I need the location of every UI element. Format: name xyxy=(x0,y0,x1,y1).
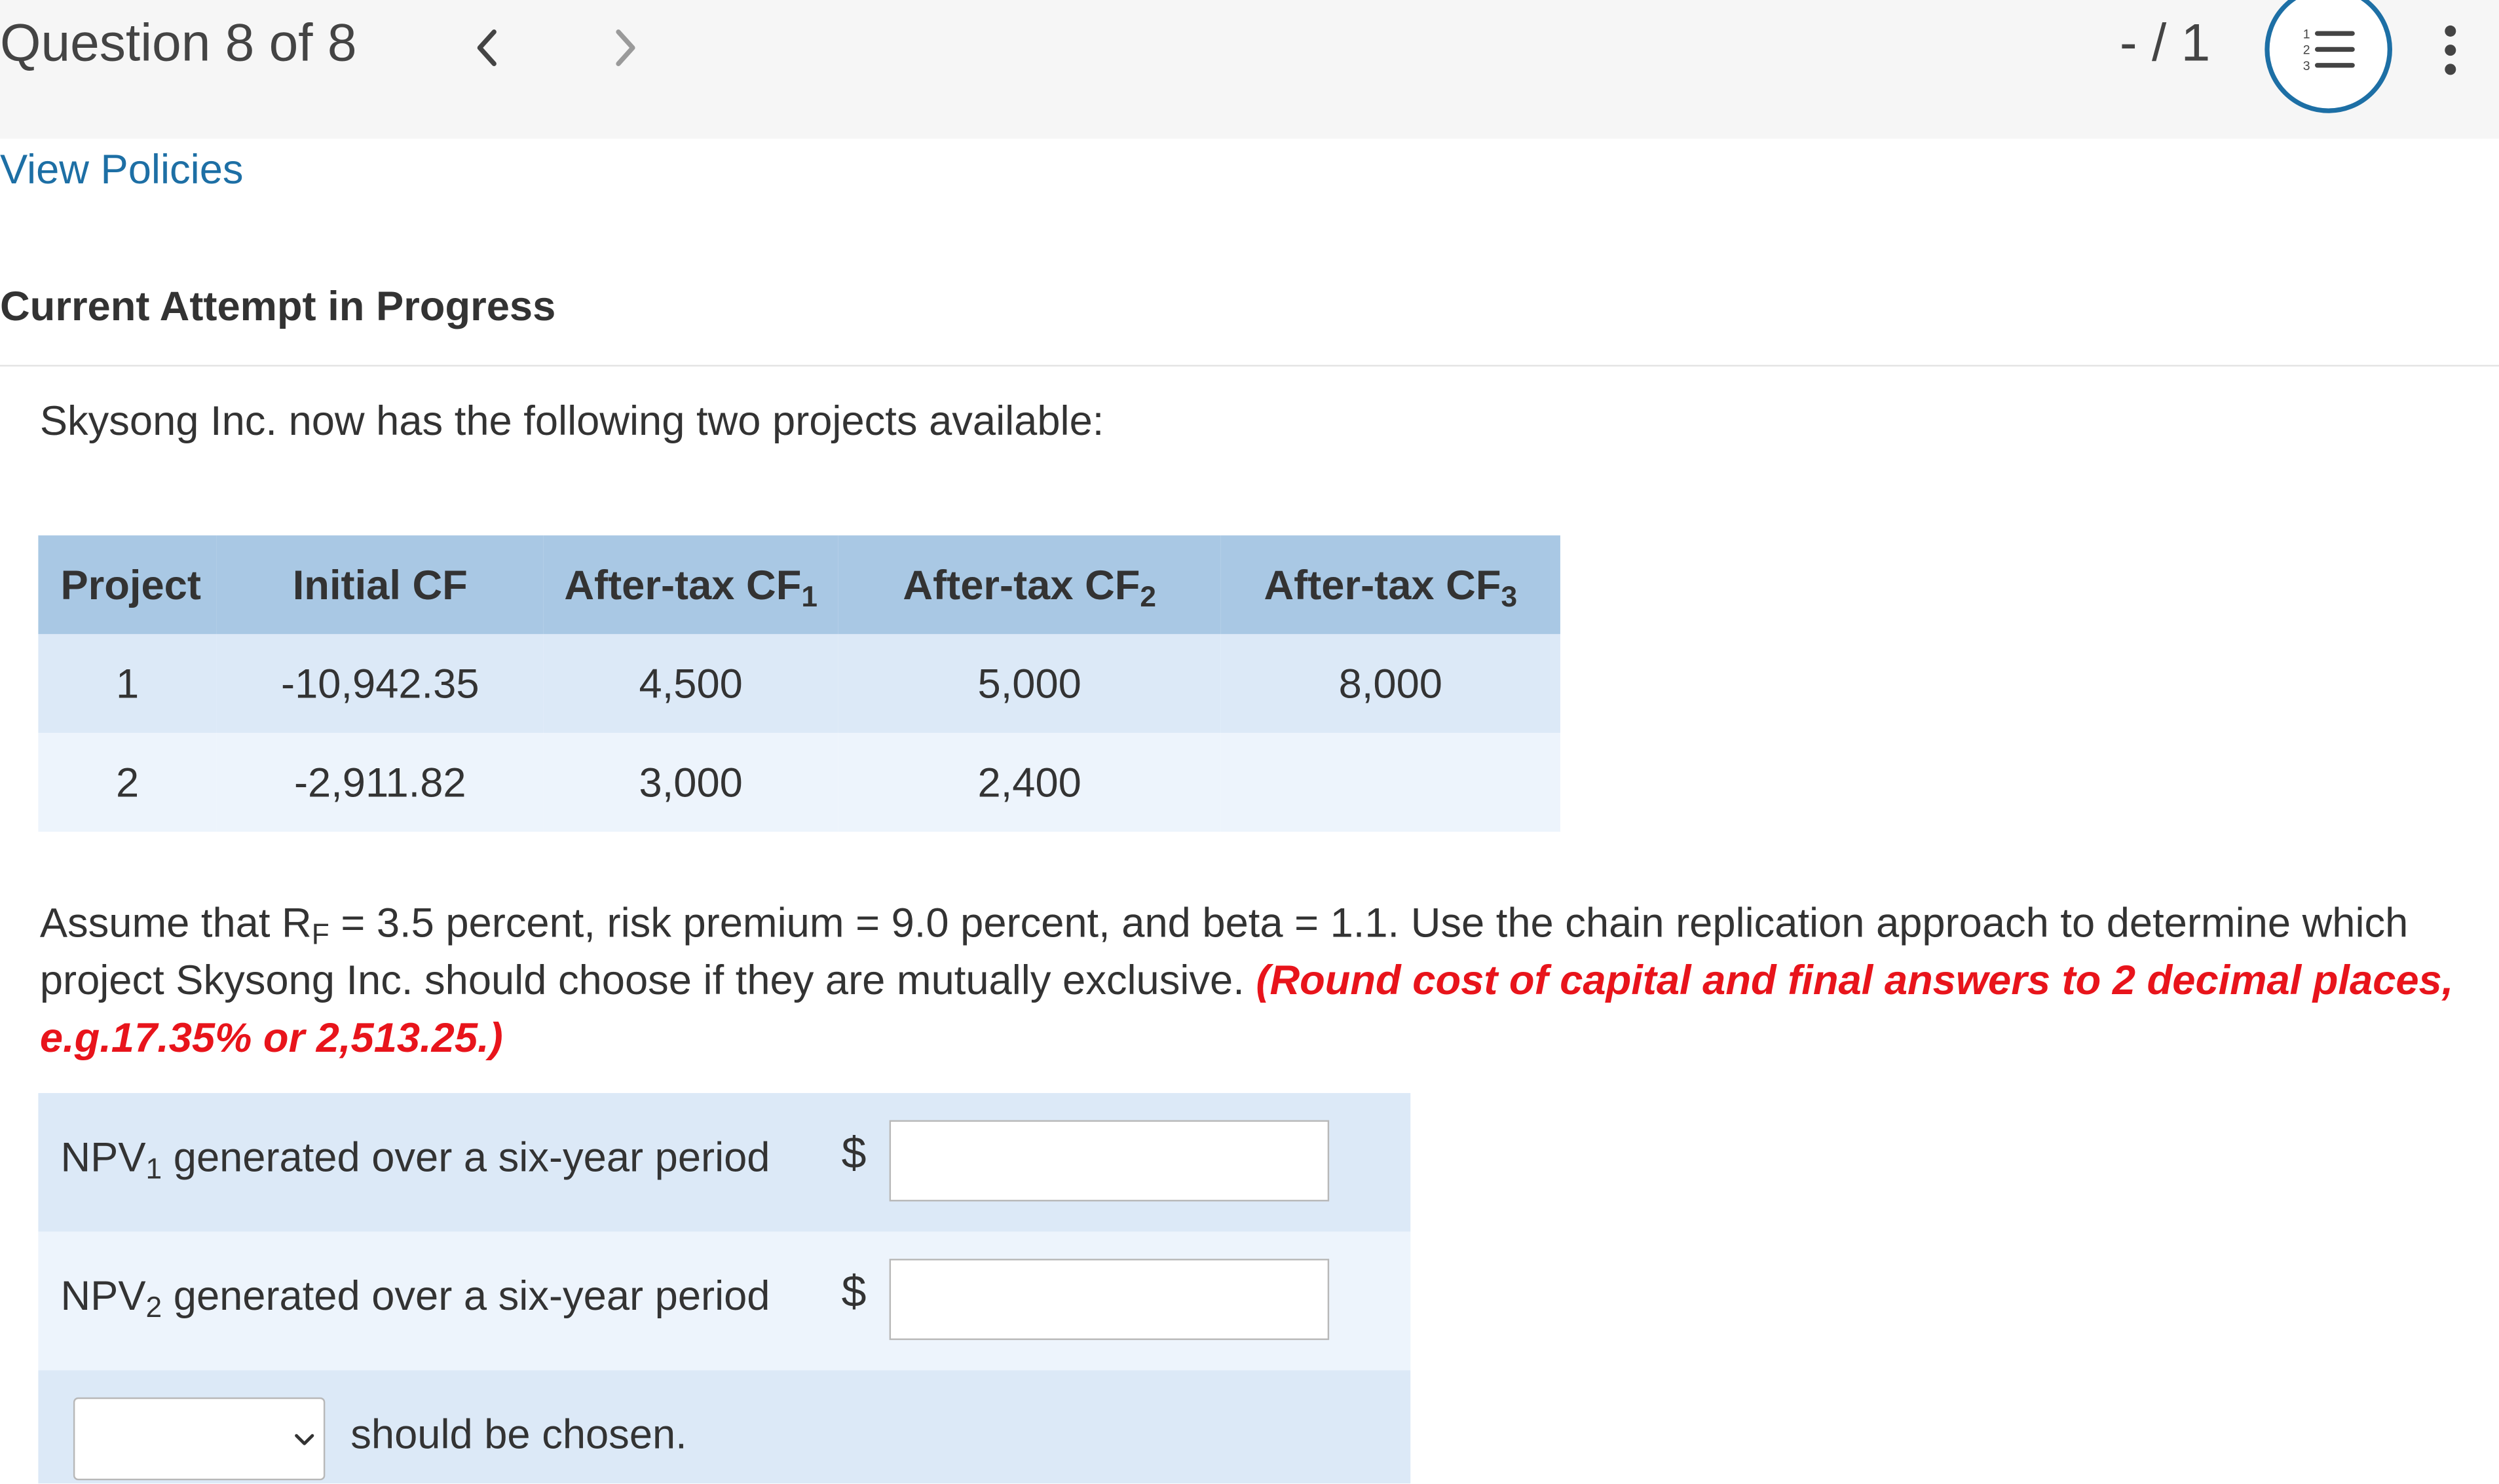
currency-symbol: $ xyxy=(841,1128,867,1178)
npv2-input[interactable] xyxy=(889,1259,1330,1341)
view-policies-link[interactable]: View Policies xyxy=(0,145,244,194)
cell-initial-cf: -2,911.82 xyxy=(216,733,544,832)
cell-cf1: 4,500 xyxy=(543,634,838,733)
cell-cf2: 2,400 xyxy=(838,733,1221,832)
currency-symbol: $ xyxy=(841,1267,867,1316)
cell-cf1: 3,000 xyxy=(543,733,838,832)
question-header-bar: Question 8 of 8 - / 1 1 2 3 xyxy=(0,0,2499,139)
divider xyxy=(0,365,2499,367)
page: Question 8 of 8 - / 1 1 2 3 View Policie… xyxy=(0,0,2499,1484)
chevron-left-icon xyxy=(477,29,497,66)
question-text: Assume that RF = 3.5 percent, risk premi… xyxy=(39,899,2454,1062)
header-cf3: After-tax CF3 xyxy=(1220,535,1560,635)
table-row: 2 -2,911.82 3,000 2,400 xyxy=(38,733,1560,832)
cell-cf3: 8,000 xyxy=(1220,634,1560,733)
project-choice-dropdown[interactable] xyxy=(73,1397,326,1481)
svg-text:1: 1 xyxy=(2303,27,2310,41)
cell-cf2: 5,000 xyxy=(838,634,1221,733)
question-counter: Question 8 of 8 xyxy=(0,12,357,72)
svg-text:3: 3 xyxy=(2303,59,2310,73)
kebab-dot xyxy=(2445,45,2456,56)
next-question-button[interactable] xyxy=(599,16,650,79)
projects-table: Project Initial CF After-tax CF1 After-t… xyxy=(38,535,1560,832)
kebab-dot xyxy=(2445,25,2456,37)
header-cf2: After-tax CF2 xyxy=(838,535,1221,635)
npv2-answer-row: NPV2 generated over a six-year period $ xyxy=(38,1231,1411,1371)
choice-suffix: should be chosen. xyxy=(350,1410,687,1458)
table-header-row: Project Initial CF After-tax CF1 After-t… xyxy=(38,535,1560,635)
npv1-label: NPV1 generated over a six-year period xyxy=(60,1132,770,1185)
numbered-list-icon: 1 2 3 xyxy=(2303,27,2355,73)
cell-initial-cf: -10,942.35 xyxy=(216,634,544,733)
svg-text:2: 2 xyxy=(2303,43,2310,58)
question-score: - / 1 xyxy=(2119,12,2211,72)
header-initial-cf: Initial CF xyxy=(216,535,544,635)
kebab-dot xyxy=(2445,64,2456,75)
npv2-label: NPV2 generated over a six-year period xyxy=(60,1271,770,1324)
header-project: Project xyxy=(38,535,217,635)
question-list-button[interactable]: 1 2 3 xyxy=(2264,0,2392,113)
question-intro: Skysong Inc. now has the following two p… xyxy=(39,396,1104,445)
header-cf1: After-tax CF1 xyxy=(543,535,838,635)
attempt-status: Current Attempt in Progress xyxy=(0,282,556,330)
more-options-button[interactable] xyxy=(2429,19,2473,83)
table-row: 1 -10,942.35 4,500 5,000 8,000 xyxy=(38,634,1560,733)
cell-project: 2 xyxy=(38,733,217,832)
chevron-right-icon xyxy=(616,29,635,66)
choice-answer-row: should be chosen. xyxy=(38,1370,1411,1484)
previous-question-button[interactable] xyxy=(462,16,514,79)
cell-project: 1 xyxy=(38,634,217,733)
npv1-input[interactable] xyxy=(889,1120,1330,1202)
cell-cf3 xyxy=(1220,733,1560,832)
chevron-down-icon xyxy=(295,1434,314,1445)
npv1-answer-row: NPV1 generated over a six-year period $ xyxy=(38,1093,1411,1232)
